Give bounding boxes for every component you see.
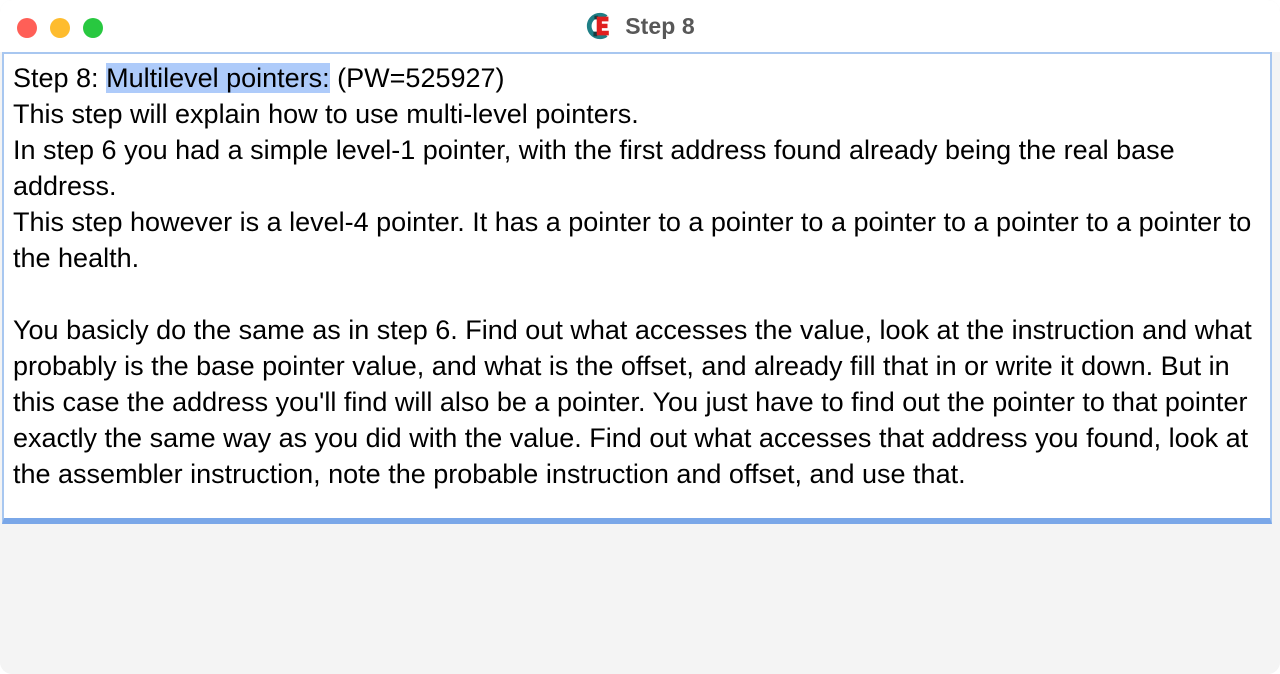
- window-traffic-lights: [17, 18, 103, 38]
- tutorial-window: Step 8 Step 8: Multilevel pointers: (PW=…: [0, 0, 1280, 674]
- window-title-group: Step 8: [0, 0, 1280, 52]
- tutorial-text-panel[interactable]: Step 8: Multilevel pointers: (PW=525927)…: [2, 52, 1272, 524]
- zoom-window-button[interactable]: [83, 18, 103, 38]
- tutorial-text-content: Step 8: Multilevel pointers: (PW=525927)…: [4, 54, 1270, 492]
- tutorial-heading-prefix: Step 8:: [13, 63, 107, 93]
- tutorial-body-text: This step will explain how to use multi-…: [13, 99, 1252, 489]
- tutorial-controls-area: Change value 225 Change pointer Next Ski…: [0, 524, 1280, 674]
- close-window-button[interactable]: [17, 18, 37, 38]
- cheat-engine-logo-icon: [587, 12, 609, 40]
- minimize-window-button[interactable]: [50, 18, 70, 38]
- window-titlebar: Step 8: [0, 0, 1280, 52]
- window-title: Step 8: [625, 12, 695, 39]
- tutorial-heading-selected-text: Multilevel pointers:: [106, 63, 330, 93]
- tutorial-heading-suffix: (PW=525927): [329, 63, 505, 93]
